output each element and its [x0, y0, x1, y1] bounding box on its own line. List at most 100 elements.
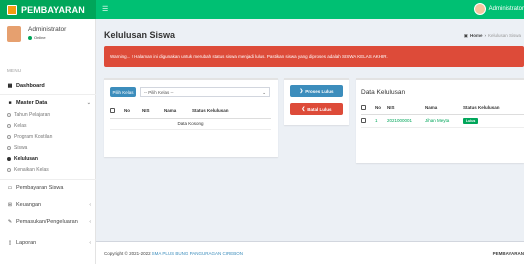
box-title: Data Kelulusan — [361, 89, 406, 96]
sidebar-item-label: Laporan — [16, 239, 37, 246]
alert-text: Warning... ! Halaman ini digunakan untuk… — [110, 54, 388, 59]
table-row: Data Kosong — [110, 118, 271, 130]
chevron-down-icon: ⌄ — [262, 90, 266, 95]
sidebar-item-pembayaran[interactable]: ▭ Pembayaran Siswa — [0, 182, 96, 193]
sidebar-sub-label: Program Kostilan — [14, 133, 53, 140]
select-all-cell — [110, 104, 124, 119]
column-header: NIS — [387, 101, 425, 115]
cell-nama: Jihan Meyta — [425, 114, 463, 128]
menu-toggle-icon[interactable]: ☰ — [102, 6, 108, 13]
database-icon: ■ — [8, 99, 12, 106]
home-icon: ▣ — [463, 33, 468, 38]
status-badge: Lulus — [463, 117, 479, 124]
edit-icon: ✎ — [7, 218, 13, 225]
footer-copyright: Copyright © 2021-2022 — [104, 250, 151, 256]
brand-title: PEMBAYARAN — [21, 4, 85, 15]
sidebar-item-label: Keuangan — [16, 201, 42, 208]
column-header: NIS — [142, 104, 164, 119]
logo-icon — [7, 4, 17, 15]
action-box: ❯ Proses Lulus ❮ Batal Lulus — [284, 78, 349, 125]
graduation-data-box: Data Kelulusan No NIS Nama Status Kelulu… — [356, 78, 524, 163]
table-row[interactable]: 1 2021000001 Jihan Meyta Lulus — [361, 114, 524, 128]
sidebar-sub-label: Tahun Pelajaran — [14, 111, 51, 118]
warning-alert: Warning... ! Halaman ini digunakan untuk… — [104, 46, 524, 67]
sidebar-item-label: Dashboard — [16, 82, 45, 89]
circle-icon — [7, 145, 11, 150]
table-header-row: No NIS Nama Status Kelulusan — [110, 104, 271, 119]
sidebar-sub-kelas[interactable]: Kelas — [0, 121, 96, 130]
breadcrumb-current: Kelulusan Siswa — [487, 33, 521, 38]
sidebar-sub-tahun-pelajaran[interactable]: Tahun Pelajaran — [0, 110, 96, 119]
proses-lulus-button[interactable]: ❯ Proses Lulus — [290, 85, 343, 97]
pilih-kelas-button[interactable]: Pilih Kelas — [110, 87, 136, 97]
cell-status: Lulus — [463, 114, 524, 128]
sidebar-item-pemasukan[interactable]: ✎ Pemasukan/Pengeluaran ‹ — [0, 216, 96, 227]
chevron-down-icon: ⌄ — [86, 99, 91, 106]
row-checkbox[interactable] — [361, 118, 366, 124]
divider — [0, 179, 96, 180]
page-title: Kelulusan Siswa — [104, 30, 176, 40]
sidebar-sub-kelulusan[interactable]: Kelulusan — [0, 154, 96, 163]
sidebar: Administrator Online MENU ▦ Dashboard ■ … — [0, 19, 96, 264]
kelas-select[interactable]: -- Pilih Kelas -- ⌄ — [140, 87, 270, 97]
column-header: Status Kelulusan — [192, 104, 271, 119]
kelas-select-value: -- Pilih Kelas -- — [144, 89, 174, 95]
top-user-name: Administrator — [488, 6, 524, 12]
sidebar-item-dashboard[interactable]: ▦ Dashboard — [0, 80, 96, 91]
column-header: No — [124, 104, 142, 119]
top-navbar: ☰ Administrator — [96, 0, 524, 19]
sidebar-sub-label: Kelulusan — [14, 155, 38, 162]
chevron-left-icon: ‹ — [89, 218, 91, 225]
chevron-left-icon: ‹ — [89, 201, 91, 208]
select-all-cell — [361, 101, 375, 115]
sidebar-sub-kenaikan-kelas[interactable]: Kenaikan Kelas — [0, 165, 96, 174]
sidebar-sub-program-kostilan[interactable]: Program Kostilan — [0, 132, 96, 141]
sidebar-item-label: Master Data — [16, 99, 48, 106]
circle-icon — [7, 156, 11, 161]
chevron-right-icon: ❯ — [299, 88, 304, 93]
footer-link[interactable]: SMA PLUS BUNG PANGURAGAN CIREBON — [152, 251, 243, 256]
file-icon: ▯ — [8, 239, 12, 246]
cell-nis: 2021000001 — [387, 114, 425, 128]
sidebar-sub-siswa[interactable]: Siswa — [0, 143, 96, 152]
proses-lulus-label: Proses Lulus — [305, 88, 334, 94]
column-header: No — [375, 101, 387, 115]
sidebar-item-label: Pemasukan/Pengeluaran — [16, 218, 78, 225]
sidebar-item-master-data[interactable]: ■ Master Data ⌄ — [0, 97, 96, 108]
column-header: Nama — [425, 101, 463, 115]
select-all-checkbox[interactable] — [110, 108, 115, 114]
user-avatar — [7, 26, 21, 42]
sidebar-item-laporan[interactable]: ▯ Laporan ‹ — [0, 237, 96, 248]
batal-lulus-button[interactable]: ❮ Batal Lulus — [290, 103, 343, 115]
online-dot-icon — [28, 35, 32, 40]
breadcrumb-home[interactable]: Home — [470, 33, 483, 39]
sidebar-item-keuangan[interactable]: ⊞ Keuangan ‹ — [0, 199, 96, 210]
sidebar-item-label: Pembayaran Siswa — [16, 184, 64, 191]
user-panel: Administrator Online — [7, 26, 66, 42]
brand-bar[interactable]: PEMBAYARAN — [0, 0, 96, 19]
select-all-checkbox[interactable] — [361, 104, 366, 110]
dashboard-icon: ▦ — [7, 82, 13, 89]
menu-header: MENU — [7, 68, 22, 73]
sidebar-sub-label: Kelas — [14, 122, 27, 129]
breadcrumb: ▣ Home › Kelulusan Siswa — [464, 33, 521, 39]
divider — [0, 94, 96, 95]
sidebar-sub-label: Siswa — [14, 144, 28, 151]
row-checkbox-cell — [361, 114, 375, 128]
user-status-label: Online — [34, 35, 46, 40]
sidebar-sub-label: Kenaikan Kelas — [14, 166, 49, 173]
student-table: No NIS Nama Status Kelulusan Data Kosong — [110, 104, 271, 130]
credit-card-icon: ▭ — [7, 184, 13, 191]
circle-icon — [7, 123, 11, 128]
student-filter-box: Pilih Kelas -- Pilih Kelas -- ⌄ No NIS N… — [104, 78, 278, 157]
table-header-row: No NIS Nama Status Kelulusan — [361, 101, 524, 115]
empty-message: Data Kosong — [110, 118, 271, 130]
column-header: Status Kelulusan — [463, 101, 524, 115]
chart-icon: ⊞ — [7, 201, 13, 208]
breadcrumb-separator: › — [484, 33, 486, 38]
column-header: Nama — [164, 104, 192, 119]
top-user-menu[interactable]: Administrator — [473, 3, 524, 15]
chevron-left-icon: ‹ — [89, 239, 91, 246]
circle-icon — [7, 112, 11, 117]
user-status: Online — [28, 35, 66, 40]
